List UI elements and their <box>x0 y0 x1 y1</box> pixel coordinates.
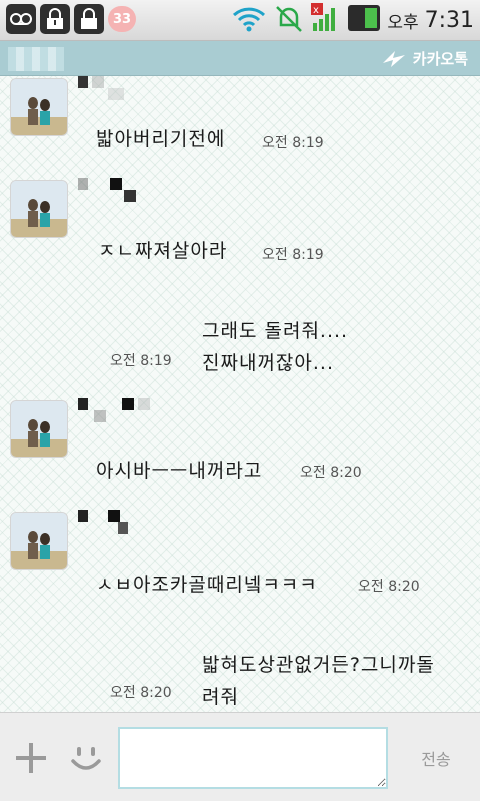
silent-bell-icon <box>273 3 305 37</box>
message-time: 오전 8:20 <box>110 685 172 701</box>
emoticon-button[interactable] <box>68 741 104 777</box>
battery-icon <box>347 3 381 37</box>
avatar[interactable] <box>10 400 68 458</box>
wifi-icon <box>231 3 267 37</box>
message-input[interactable] <box>118 727 388 789</box>
message-time: 오전 8:19 <box>262 135 324 151</box>
lock-icon <box>74 4 104 34</box>
message-time: 오전 8:19 <box>262 247 324 263</box>
message-text: ㅅㅂ아조카골때리넼ㅋㅋㅋ <box>96 574 318 596</box>
attach-plus-button[interactable] <box>14 741 48 775</box>
message-text: 그래도 돌려줘.... <box>202 320 349 342</box>
notification-badge: 33 <box>108 6 136 32</box>
lock-alert-icon <box>40 4 70 34</box>
sender-name-blurred <box>78 76 138 102</box>
sender-name-blurred <box>78 510 134 536</box>
chat-room-name-blurred <box>8 47 64 71</box>
sender-name-blurred <box>78 178 148 204</box>
plus-icon <box>16 743 46 773</box>
avatar[interactable] <box>10 78 68 136</box>
signal-icon: x <box>311 3 341 37</box>
input-bar: 전송 <box>0 712 480 801</box>
am-pm-label: 오후 <box>387 12 419 33</box>
sender-name-blurred <box>78 398 154 424</box>
app-name: 카카오톡 <box>412 50 468 68</box>
smiley-icon <box>71 747 101 770</box>
message-time: 오전 8:20 <box>358 579 420 595</box>
status-bar: 33 x 오후 7:31 <box>0 0 480 41</box>
message-text: 진짜내꺼잖아... <box>202 352 334 374</box>
message-text: ㅈㄴ짜져살아라 <box>98 240 228 262</box>
avatar[interactable] <box>10 512 68 570</box>
voicemail-icon <box>6 4 36 34</box>
app-title: 카카오톡 <box>381 48 468 69</box>
message-text: 밟혀도상관없거든?그니까돌 <box>202 654 435 676</box>
kakao-logo-icon <box>382 50 405 67</box>
svg-text:x: x <box>313 5 319 16</box>
clock: 7:31 <box>424 7 474 33</box>
chat-area[interactable]: 밟아버리기전에 오전 8:19 ㅈㄴ짜져살아라 오전 8:19 그래도 돌려줘.… <box>0 76 480 712</box>
send-button[interactable]: 전송 <box>404 741 468 775</box>
message-text: 아시바ㅡㅡ내꺼라고 <box>96 460 263 482</box>
message-time: 오전 8:19 <box>110 353 172 369</box>
message-text: 밟아버리기전에 <box>96 128 226 150</box>
message-time: 오전 8:20 <box>300 465 362 481</box>
avatar[interactable] <box>10 180 68 238</box>
message-text: 려줘 <box>202 686 239 708</box>
chat-header: 카카오톡 <box>0 41 480 76</box>
